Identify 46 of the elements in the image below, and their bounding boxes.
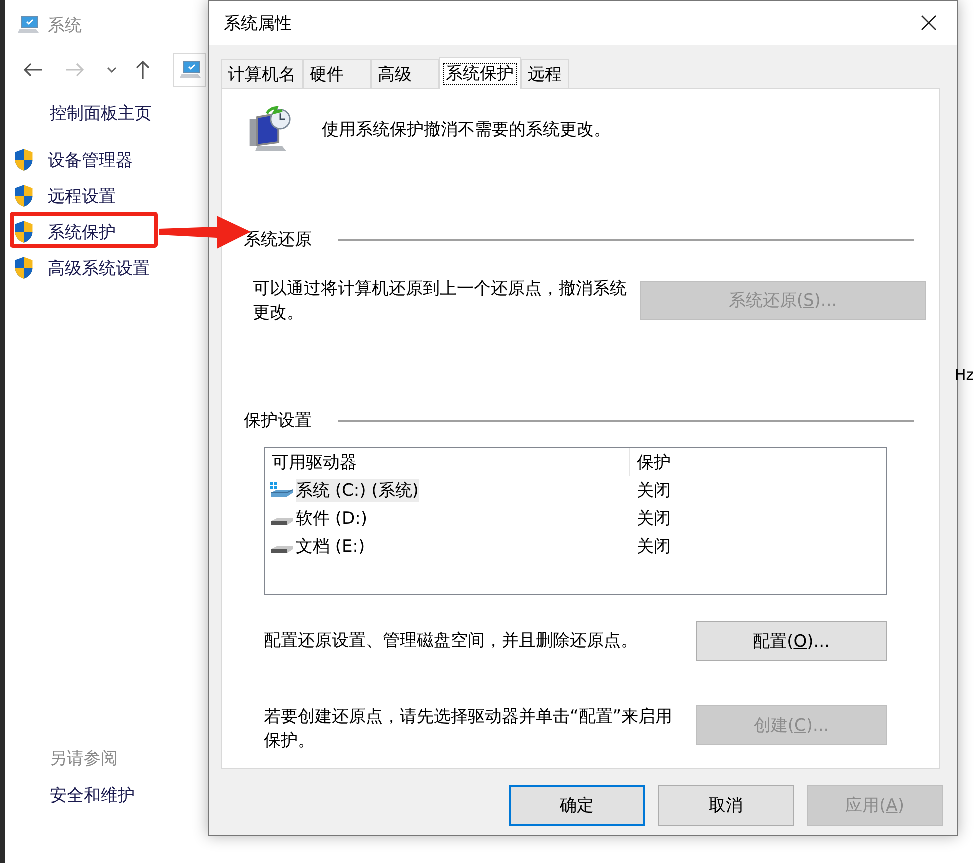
shield-icon xyxy=(13,184,35,208)
address-bar[interactable] xyxy=(173,53,206,87)
drive-name[interactable]: 软件 (D:) xyxy=(296,506,368,530)
up-arrow-icon[interactable] xyxy=(135,60,151,80)
computer-icon xyxy=(18,16,40,34)
close-icon[interactable] xyxy=(921,15,937,31)
section-heading: 另请参阅 xyxy=(50,748,118,770)
chevron-down-icon[interactable] xyxy=(107,67,117,73)
shield-icon xyxy=(13,256,35,280)
description-text: 若要创建还原点，请先选择驱动器并单击“配置”来启用保护。 xyxy=(264,706,674,753)
nav-link[interactable]: 设备管理器 xyxy=(48,148,133,172)
drive-name[interactable]: 文档 (E:) xyxy=(296,534,366,558)
back-arrow-icon[interactable] xyxy=(23,62,43,78)
description-text: 配置还原设置、管理磁盘空间，并且删除还原点。 xyxy=(264,630,638,653)
partial-text: Hz xyxy=(955,366,974,384)
configure-button[interactable]: 配置(O)... xyxy=(696,621,887,661)
drive-name[interactable]: 系统 (C:) (系统) xyxy=(296,478,419,502)
nav-link[interactable]: 系统保护 xyxy=(48,220,116,244)
tab[interactable]: 远程 xyxy=(521,59,569,88)
drive-icon xyxy=(270,518,294,526)
section-heading: 保护设置 xyxy=(244,410,312,432)
description-text: 使用系统保护撤消不需要的系统更改。 xyxy=(322,118,611,140)
dialog-button[interactable]: 确定 xyxy=(509,785,645,826)
tab[interactable]: 计算机名 xyxy=(221,59,303,88)
tab[interactable]: 高级 xyxy=(371,59,439,88)
shield-icon xyxy=(13,220,35,244)
computer-icon xyxy=(180,61,202,79)
nav-link[interactable]: 远程设置 xyxy=(48,184,116,208)
tab[interactable]: 系统保护 xyxy=(439,57,521,89)
section-heading: 系统还原 xyxy=(244,229,312,251)
dialog-button[interactable]: 取消 xyxy=(658,785,794,826)
window-title: 系统 xyxy=(48,14,82,36)
table-cell-text: 关闭 xyxy=(636,536,671,558)
table-cell-text: 关闭 xyxy=(636,508,671,530)
drive-icon xyxy=(270,546,294,554)
nav-link[interactable]: 安全和维护 xyxy=(50,784,135,807)
nav-link[interactable]: 高级系统设置 xyxy=(48,256,150,280)
system-drive-icon xyxy=(270,482,294,498)
description-text: 可以通过将计算机还原到上一个还原点，撤消系统更改。 xyxy=(253,278,628,325)
tab[interactable]: 硬件 xyxy=(303,59,371,88)
nav-link[interactable]: 控制面板主页 xyxy=(50,102,152,125)
column-header[interactable]: 保护 xyxy=(630,450,671,474)
dialog-title: 系统属性 xyxy=(224,12,292,34)
shield-icon xyxy=(13,148,35,172)
table-cell-text: 关闭 xyxy=(636,480,671,502)
column-header[interactable]: 可用驱动器 xyxy=(265,448,630,476)
